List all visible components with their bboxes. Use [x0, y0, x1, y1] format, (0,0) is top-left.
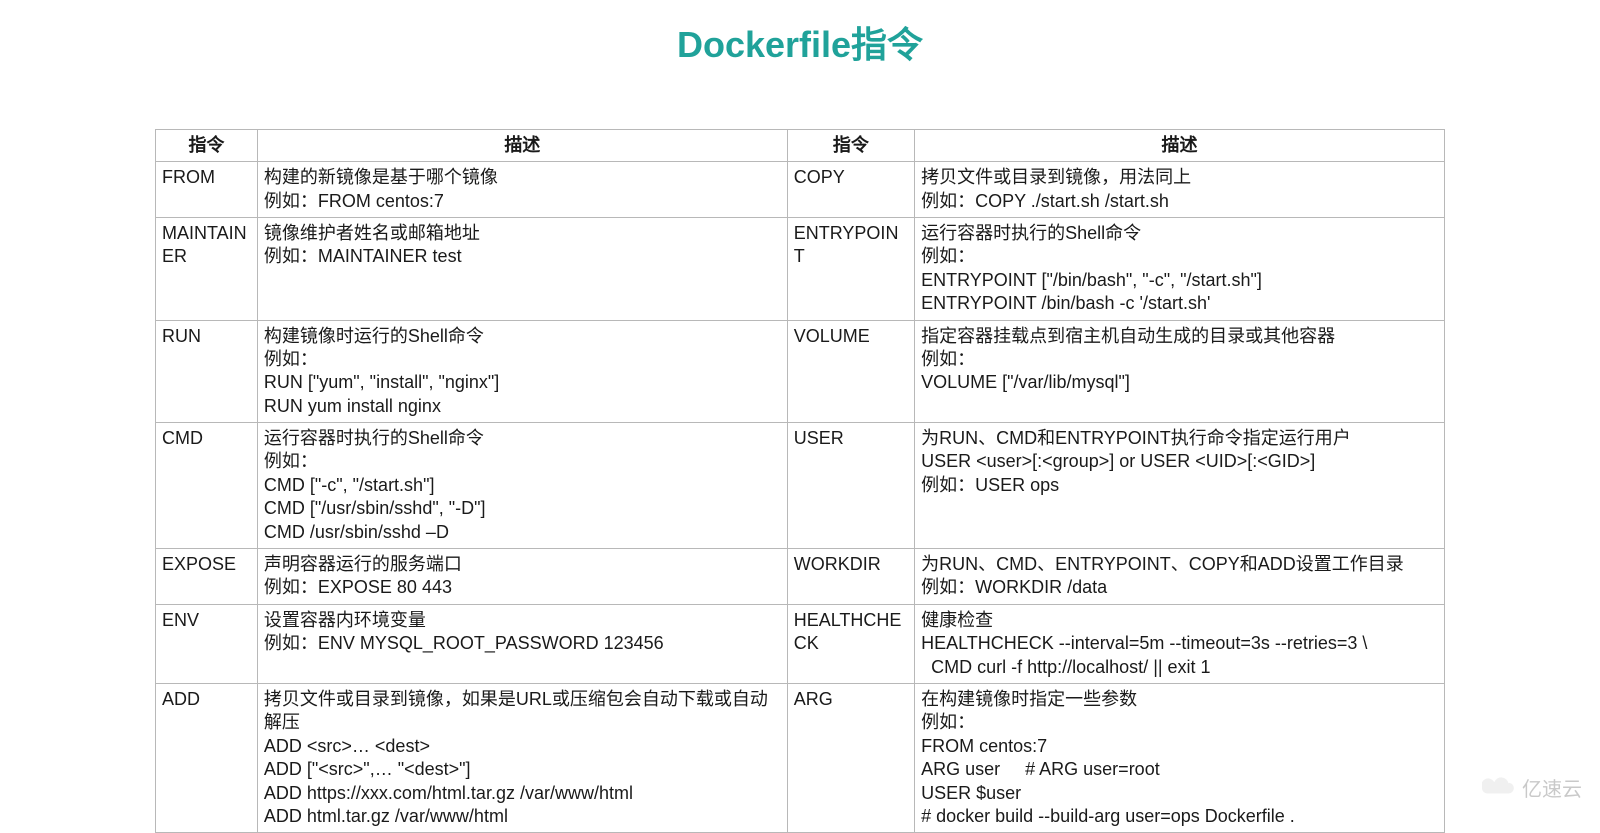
desc-line: 为RUN、CMD、ENTRYPOINT、COPY和ADD设置工作目录 [921, 553, 1438, 576]
desc-line: ENTRYPOINT /bin/bash -c '/start.sh' [921, 292, 1438, 315]
desc-line: HEALTHCHECK --interval=5m --timeout=3s -… [921, 632, 1438, 655]
desc-line: 运行容器时执行的Shell命令 [264, 427, 781, 450]
desc-line: 例如： [264, 450, 781, 473]
desc-line: # docker build --build-arg user=ops Dock… [921, 805, 1438, 828]
cell-cmd-right: ARG [787, 684, 914, 833]
desc-line: 指定容器挂载点到宿主机自动生成的目录或其他容器 [921, 325, 1438, 348]
watermark: 亿速云 [1482, 776, 1582, 803]
desc-line: 设置容器内环境变量 [264, 609, 781, 632]
cell-cmd-right: WORKDIR [787, 549, 914, 605]
desc-line: 例如：EXPOSE 80 443 [264, 576, 781, 599]
desc-line: ADD ["<src>",… "<dest>"] [264, 758, 781, 781]
cloud-icon [1482, 776, 1516, 803]
desc-line: 健康检查 [921, 609, 1438, 632]
cell-cmd-right: USER [787, 423, 914, 549]
desc-line: 声明容器运行的服务端口 [264, 553, 781, 576]
desc-line: 例如：MAINTAINER test [264, 245, 781, 268]
cell-cmd-left: EXPOSE [156, 549, 258, 605]
desc-line: 例如：FROM centos:7 [264, 190, 781, 213]
table-row: CMD运行容器时执行的Shell命令例如：CMD ["-c", "/start.… [156, 423, 1445, 549]
desc-line: 例如： [921, 245, 1438, 268]
cell-cmd-left: CMD [156, 423, 258, 549]
desc-line: USER <user>[:<group>] or USER <UID>[:<GI… [921, 450, 1438, 473]
desc-line: ARG user # ARG user=root [921, 758, 1438, 781]
cell-desc-left: 运行容器时执行的Shell命令例如：CMD ["-c", "/start.sh"… [257, 423, 787, 549]
cell-desc-left: 声明容器运行的服务端口例如：EXPOSE 80 443 [257, 549, 787, 605]
cell-desc-right: 指定容器挂载点到宿主机自动生成的目录或其他容器例如：VOLUME ["/var/… [915, 320, 1445, 423]
table-row: MAINTAINER镜像维护者姓名或邮箱地址例如：MAINTAINER test… [156, 217, 1445, 320]
desc-line: 例如：COPY ./start.sh /start.sh [921, 190, 1438, 213]
cell-cmd-left: RUN [156, 320, 258, 423]
table-header-row: 指令 描述 指令 描述 [156, 129, 1445, 161]
cell-desc-left: 镜像维护者姓名或邮箱地址例如：MAINTAINER test [257, 217, 787, 320]
header-desc-right: 描述 [915, 129, 1445, 161]
cell-cmd-right: HEALTHCHECK [787, 604, 914, 683]
desc-line: FROM centos:7 [921, 735, 1438, 758]
cell-desc-left: 构建镜像时运行的Shell命令例如：RUN ["yum", "install",… [257, 320, 787, 423]
desc-line: 例如： [921, 711, 1438, 734]
table-row: EXPOSE声明容器运行的服务端口例如：EXPOSE 80 443WORKDIR… [156, 549, 1445, 605]
desc-line: ADD <src>… <dest> [264, 735, 781, 758]
table-row: ADD拷贝文件或目录到镜像，如果是URL或压缩包会自动下载或自动解压ADD <s… [156, 684, 1445, 833]
desc-line: RUN ["yum", "install", "nginx"] [264, 371, 781, 394]
desc-line: 拷贝文件或目录到镜像，如果是URL或压缩包会自动下载或自动解压 [264, 688, 781, 735]
desc-line: CMD ["-c", "/start.sh"] [264, 474, 781, 497]
desc-line: 镜像维护者姓名或邮箱地址 [264, 222, 781, 245]
desc-line: VOLUME ["/var/lib/mysql"] [921, 371, 1438, 394]
header-cmd-right: 指令 [787, 129, 914, 161]
desc-line: 例如： [264, 348, 781, 371]
cell-cmd-left: MAINTAINER [156, 217, 258, 320]
cell-desc-right: 运行容器时执行的Shell命令例如：ENTRYPOINT ["/bin/bash… [915, 217, 1445, 320]
header-desc-left: 描述 [257, 129, 787, 161]
cell-desc-left: 设置容器内环境变量例如：ENV MYSQL_ROOT_PASSWORD 1234… [257, 604, 787, 683]
cell-desc-right: 健康检查HEALTHCHECK --interval=5m --timeout=… [915, 604, 1445, 683]
header-cmd-left: 指令 [156, 129, 258, 161]
instructions-table: 指令 描述 指令 描述 FROM构建的新镜像是基于哪个镜像例如：FROM cen… [155, 129, 1445, 833]
desc-line: CMD curl -f http://localhost/ || exit 1 [921, 656, 1438, 679]
desc-line: 为RUN、CMD和ENTRYPOINT执行命令指定运行用户 [921, 427, 1438, 450]
cell-cmd-left: ENV [156, 604, 258, 683]
cell-cmd-right: ENTRYPOINT [787, 217, 914, 320]
cell-cmd-right: VOLUME [787, 320, 914, 423]
cell-cmd-left: ADD [156, 684, 258, 833]
instructions-table-container: 指令 描述 指令 描述 FROM构建的新镜像是基于哪个镜像例如：FROM cen… [155, 129, 1445, 833]
desc-line: 运行容器时执行的Shell命令 [921, 222, 1438, 245]
cell-cmd-left: FROM [156, 162, 258, 218]
desc-line: 构建镜像时运行的Shell命令 [264, 325, 781, 348]
page-title: Dockerfile指令 [0, 0, 1600, 99]
desc-line: CMD ["/usr/sbin/sshd", "-D"] [264, 497, 781, 520]
cell-desc-left: 构建的新镜像是基于哪个镜像例如：FROM centos:7 [257, 162, 787, 218]
desc-line: 例如： [921, 348, 1438, 371]
desc-line: CMD /usr/sbin/sshd –D [264, 521, 781, 544]
cell-desc-right: 在构建镜像时指定一些参数例如：FROM centos:7ARG user # A… [915, 684, 1445, 833]
desc-line: RUN yum install nginx [264, 395, 781, 418]
cell-desc-left: 拷贝文件或目录到镜像，如果是URL或压缩包会自动下载或自动解压ADD <src>… [257, 684, 787, 833]
desc-line: USER $user [921, 782, 1438, 805]
cell-desc-right: 拷贝文件或目录到镜像，用法同上例如：COPY ./start.sh /start… [915, 162, 1445, 218]
table-row: RUN构建镜像时运行的Shell命令例如：RUN ["yum", "instal… [156, 320, 1445, 423]
cell-cmd-right: COPY [787, 162, 914, 218]
table-row: FROM构建的新镜像是基于哪个镜像例如：FROM centos:7COPY拷贝文… [156, 162, 1445, 218]
cell-desc-right: 为RUN、CMD、ENTRYPOINT、COPY和ADD设置工作目录例如：WOR… [915, 549, 1445, 605]
desc-line: ADD https://xxx.com/html.tar.gz /var/www… [264, 782, 781, 805]
table-row: ENV设置容器内环境变量例如：ENV MYSQL_ROOT_PASSWORD 1… [156, 604, 1445, 683]
desc-line: 构建的新镜像是基于哪个镜像 [264, 166, 781, 189]
table-body: FROM构建的新镜像是基于哪个镜像例如：FROM centos:7COPY拷贝文… [156, 162, 1445, 833]
desc-line: 例如：WORKDIR /data [921, 576, 1438, 599]
desc-line: 例如：USER ops [921, 474, 1438, 497]
desc-line: 拷贝文件或目录到镜像，用法同上 [921, 166, 1438, 189]
desc-line: ADD html.tar.gz /var/www/html [264, 805, 781, 828]
cell-desc-right: 为RUN、CMD和ENTRYPOINT执行命令指定运行用户USER <user>… [915, 423, 1445, 549]
desc-line: ENTRYPOINT ["/bin/bash", "-c", "/start.s… [921, 269, 1438, 292]
desc-line: 在构建镜像时指定一些参数 [921, 688, 1438, 711]
desc-line: 例如：ENV MYSQL_ROOT_PASSWORD 123456 [264, 632, 781, 655]
watermark-text: 亿速云 [1522, 777, 1582, 803]
